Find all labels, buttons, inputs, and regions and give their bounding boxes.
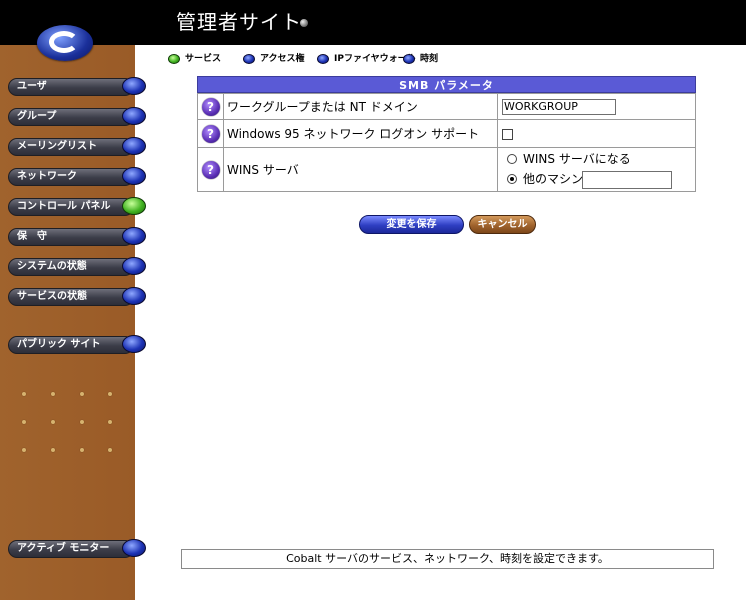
logon-support-label: Windows 95 ネットワーク ログオン サポート [223,119,498,148]
nav-ball-icon [122,257,146,275]
nav-ball-icon [122,539,146,557]
smb-header: SMB パラメータ [197,76,696,93]
nav-ball-icon [122,77,146,95]
sidebar-item-label: アクティブ モニター [17,543,110,554]
nav-ball-icon [122,227,146,245]
wins-other-option: 他のマシン: [502,170,695,190]
table-row-workgroup: ? ワークグループまたは NT ドメイン [197,93,696,120]
smb-parameters-panel: SMB パラメータ ? ワークグループまたは NT ドメイン ? Windows… [197,76,696,192]
sidebar-item-label: サービスの状態 [17,291,87,302]
sidebar-item-label: コントロール パネル [17,201,111,212]
help-icon[interactable]: ? [201,97,220,116]
tab-label: サービス [185,54,222,64]
wins-server-radio[interactable] [507,153,517,164]
help-cell: ? [197,147,224,192]
tab-ball-icon [403,54,415,64]
dot-icon [51,420,55,424]
wins-other-machine-input[interactable] [582,170,672,189]
dot-icon [51,392,55,396]
sidebar-item-label: システムの状態 [17,261,87,272]
sidebar-item-service-status[interactable]: サービスの状態 [8,287,148,308]
dot-icon [51,448,55,452]
save-button[interactable]: 変更を保存 [359,215,464,234]
help-icon[interactable]: ? [201,124,220,143]
page-title: 管理者サイト [176,10,302,34]
sidebar-item-system-status[interactable]: システムの状態 [8,257,148,278]
nav-ball-icon [122,167,146,185]
help-cell: ? [197,93,224,120]
workgroup-input[interactable] [502,98,616,115]
nav-ball-icon [122,137,146,155]
workgroup-control-cell [497,93,696,120]
nav-ball-icon [122,335,146,353]
nav-ball-icon [122,287,146,305]
wins-other-radio[interactable] [507,173,517,184]
sidebar-item-control-panel[interactable]: コントロール パネル [8,197,148,218]
sidebar-item-public-site[interactable]: パブリック サイト [8,335,148,356]
dot-icon [80,392,84,396]
dot-icon [108,448,112,452]
wins-server-radio-label: WINS サーバになる [523,151,631,166]
tab-ball-icon [317,54,329,64]
tab-active-ball-icon [168,54,180,64]
sidebar-item-label: メーリングリスト [17,141,97,152]
cobalt-logo-icon[interactable] [37,25,93,61]
sidebar-item-network[interactable]: ネットワーク [8,167,148,188]
status-bar: Cobalt サーバのサービス、ネットワーク、時刻を設定できます。 [181,549,714,569]
nav-ball-icon [122,107,146,125]
table-row-logon-support: ? Windows 95 ネットワーク ログオン サポート [197,119,696,148]
sidebar-item-maintenance[interactable]: 保 守 [8,227,148,248]
dot-icon [80,420,84,424]
logo-c-glyph [49,31,79,53]
cancel-button[interactable]: キャンセル [469,215,536,234]
tab-label: 時刻 [420,54,439,64]
smb-table: ? ワークグループまたは NT ドメイン ? Windows 95 ネットワーク… [197,93,696,192]
sidebar-item-mailing-lists[interactable]: メーリングリスト [8,137,148,158]
dot-icon [80,448,84,452]
help-cell: ? [197,119,224,148]
help-icon[interactable]: ? [201,160,220,179]
nav-ball-active-icon [122,197,146,215]
tab-ball-icon [243,54,255,64]
logon-support-checkbox[interactable] [502,128,513,140]
sidebar-item-groups[interactable]: グループ [8,107,148,128]
sidebar-item-label: ネットワーク [17,171,77,182]
dot-icon [22,392,26,396]
sidebar-item-label: パブリック サイト [17,339,101,350]
wins-other-radio-label: 他のマシン: [523,171,588,186]
table-row-wins: ? WINS サーバ WINS サーバになる 他のマシン: [197,147,696,192]
sidebar-item-active-monitor[interactable]: アクティブ モニター [8,539,148,560]
sidebar-item-label: グループ [17,111,57,122]
dot-icon [22,420,26,424]
dot-icon [22,448,26,452]
dot-icon [108,392,112,396]
tab-label: アクセス権 [260,54,305,64]
wins-control-cell: WINS サーバになる 他のマシン: [497,147,696,192]
sidebar-item-label: ユーザ [17,81,47,92]
workgroup-label: ワークグループまたは NT ドメイン [223,93,498,120]
sidebar [0,45,135,600]
dot-icon [108,420,112,424]
wins-server-option: WINS サーバになる [502,150,695,170]
sidebar-item-users[interactable]: ユーザ [8,77,148,98]
title-bullet-icon [300,19,308,27]
wins-label: WINS サーバ [223,147,498,192]
sidebar-item-label: 保 守 [17,231,47,242]
logon-support-control-cell [497,119,696,148]
